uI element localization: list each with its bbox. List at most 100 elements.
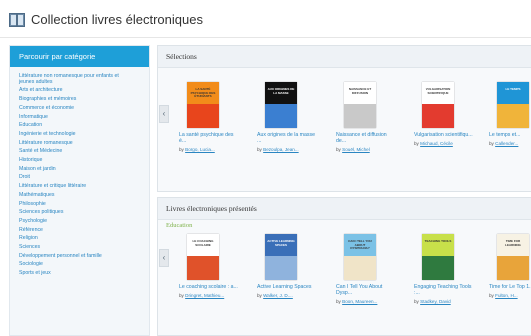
author-link[interactable]: Souël, Michel: [342, 147, 370, 152]
category-link[interactable]: Mathématiques: [19, 191, 149, 200]
author-link[interactable]: Callender...: [495, 141, 518, 146]
featured-prev-arrow[interactable]: ‹: [159, 249, 169, 267]
featured-subheading[interactable]: Education: [166, 222, 192, 229]
book-card[interactable]: CAN I TELL YOU ABOUT DYSPRAXIA? Can I Tel…: [336, 234, 396, 304]
book-title-link[interactable]: Can I Tell You About Dysp...: [336, 284, 396, 297]
cover-text: TEACHING TOOLS: [424, 239, 452, 243]
category-link[interactable]: Littérature non romanesque pour enfants …: [19, 73, 129, 85]
book-cover-image[interactable]: AUX ORIGINES DE LA MASSE: [265, 82, 297, 128]
author-by-label: by: [489, 140, 494, 146]
book-card[interactable]: ACTIVE LEARNING SPACES Active Learning Sp…: [257, 234, 317, 298]
category-link[interactable]: Psychologie: [19, 217, 149, 226]
cover-art: [265, 256, 297, 280]
book-cover-image[interactable]: LA SANTÉ PSYCHIQUE DES ÉTUDIANTS: [187, 82, 219, 128]
cover-text: CAN I TELL YOU ABOUT DYSPRAXIA?: [348, 239, 372, 250]
category-link[interactable]: Arts et architecture: [19, 86, 149, 95]
cover-text: LA SANTÉ PSYCHIQUE DES ÉTUDIANTS: [190, 87, 216, 98]
page-title: Collection livres électroniques: [31, 12, 203, 27]
category-link[interactable]: Sciences politiques: [19, 208, 149, 217]
book-cover-image[interactable]: VULGARISATION SCIENTIFIQUE: [422, 82, 454, 128]
selections-heading: Sélections: [158, 46, 531, 68]
book-title-link[interactable]: Le coaching scolaire : a...: [179, 284, 239, 291]
category-link[interactable]: Education: [19, 121, 149, 130]
book-card[interactable]: TIME FOR LEARNING Time for Le Top 1... by …: [489, 234, 531, 298]
author-link[interactable]: Michaud, Cécile: [420, 141, 453, 146]
author-by-label: by: [257, 292, 262, 298]
category-link[interactable]: Littérature romanesque: [19, 139, 149, 148]
category-link[interactable]: Littérature et critique littéraire: [19, 182, 149, 191]
sidebar-heading: Parcourir par catégorie: [10, 46, 149, 67]
author-link[interactable]: Dringret, Mathieu...: [185, 293, 224, 298]
category-link[interactable]: Maison et jardin: [19, 165, 149, 174]
author-link[interactable]: Walker, J. D....: [263, 293, 293, 298]
category-link[interactable]: Religion: [19, 234, 149, 243]
book-author: by Dringret, Mathieu...: [179, 293, 239, 299]
category-link[interactable]: Sports et jeux: [19, 269, 149, 278]
category-link[interactable]: Santé et Médecine: [19, 147, 149, 156]
book-card[interactable]: LA SANTÉ PSYCHIQUE DES ÉTUDIANTS La santé…: [179, 82, 239, 152]
cover-text: AUX ORIGINES DE LA MASSE: [267, 87, 295, 95]
cover-text: NAISSANCE ET DIFFUSION: [348, 87, 372, 95]
book-title-link[interactable]: Engaging Teaching Tools :...: [414, 284, 474, 297]
category-link[interactable]: Historique: [19, 156, 149, 165]
cover-art: [187, 104, 219, 128]
book-title-link[interactable]: Vulgarisation scientifiqu...: [414, 132, 474, 139]
ebook-collection-icon: [9, 13, 25, 27]
author-by-label: by: [336, 146, 341, 152]
author-by-label: by: [414, 298, 419, 304]
book-cover-image[interactable]: NAISSANCE ET DIFFUSION: [344, 82, 376, 128]
featured-heading: Livres électroniques présentés: [158, 198, 531, 220]
book-author: by Souël, Michel: [336, 147, 396, 153]
book-card[interactable]: VULGARISATION SCIENTIFIQUE Vulgarisation …: [414, 82, 474, 146]
author-link[interactable]: Borgo, Lucia...: [185, 147, 215, 152]
book-title-link[interactable]: Le temps et...: [489, 132, 531, 139]
cover-text: ACTIVE LEARNING SPACES: [267, 239, 295, 247]
author-link[interactable]: Boon, Maureen...: [342, 299, 377, 304]
category-link[interactable]: Informatique: [19, 113, 149, 122]
cover-art: [422, 104, 454, 128]
book-card[interactable]: LE COACHING SCOLAIRE Le coaching scolaire…: [179, 234, 239, 298]
book-author: by Boon, Maureen...: [336, 299, 396, 305]
category-link[interactable]: Commerce et économie: [19, 104, 149, 113]
book-title-link[interactable]: Active Learning Spaces: [257, 284, 317, 291]
author-by-label: by: [336, 298, 341, 304]
category-link[interactable]: Développement personnel et famille: [19, 252, 149, 261]
category-link[interactable]: Ingénierie et technologie: [19, 130, 149, 139]
cover-art: [187, 256, 219, 280]
book-title-link[interactable]: Time for Le Top 1...: [489, 284, 531, 291]
category-link[interactable]: Philosophie: [19, 200, 149, 209]
page-header: Collection livres électroniques: [0, 0, 531, 38]
book-cover-image[interactable]: ACTIVE LEARNING SPACES: [265, 234, 297, 280]
author-by-label: by: [257, 146, 262, 152]
cover-art: [265, 104, 297, 128]
book-cover-image[interactable]: LE COACHING SCOLAIRE: [187, 234, 219, 280]
book-cover-image[interactable]: TEACHING TOOLS: [422, 234, 454, 280]
author-link[interactable]: Stadkey, David: [420, 299, 451, 304]
book-card[interactable]: AUX ORIGINES DE LA MASSE Aux origines de …: [257, 82, 317, 152]
book-cover-image[interactable]: TIME FOR LEARNING: [497, 234, 529, 280]
category-link[interactable]: Sociologie: [19, 260, 149, 269]
book-card[interactable]: TEACHING TOOLS Engaging Teaching Tools :.…: [414, 234, 474, 304]
book-cover-image[interactable]: CAN I TELL YOU ABOUT DYSPRAXIA?: [344, 234, 376, 280]
author-link[interactable]: Bezoulpa, Jean...: [263, 147, 299, 152]
selections-prev-arrow[interactable]: ‹: [159, 105, 169, 123]
cover-art: [344, 256, 376, 280]
book-card[interactable]: NAISSANCE ET DIFFUSION Naissance et diffu…: [336, 82, 396, 152]
category-link[interactable]: Biographies et mémoires: [19, 95, 149, 104]
author-link[interactable]: Fulton, H...: [495, 293, 517, 298]
category-link[interactable]: Sciences: [19, 243, 149, 252]
book-author: by Michaud, Cécile: [414, 141, 474, 147]
book-cover-image[interactable]: LE TEMPS: [497, 82, 529, 128]
category-link[interactable]: Référence: [19, 226, 149, 235]
book-title-link[interactable]: Aux origines de la masse ...: [257, 132, 317, 145]
book-card[interactable]: LE TEMPS Le temps et... by Callender...: [489, 82, 531, 146]
category-link[interactable]: Droit: [19, 173, 149, 182]
author-by-label: by: [489, 292, 494, 298]
cover-text: LE COACHING SCOLAIRE: [192, 239, 214, 247]
book-title-link[interactable]: Naissance et diffusion de...: [336, 132, 396, 145]
book-author: by Borgo, Lucia...: [179, 147, 239, 153]
category-sidebar: Parcourir par catégorie Littérature non …: [9, 45, 150, 336]
category-list: Littérature non romanesque pour enfants …: [10, 67, 149, 278]
book-title-link[interactable]: La santé psychique des é...: [179, 132, 239, 145]
book-author: by Bezoulpa, Jean...: [257, 147, 317, 153]
